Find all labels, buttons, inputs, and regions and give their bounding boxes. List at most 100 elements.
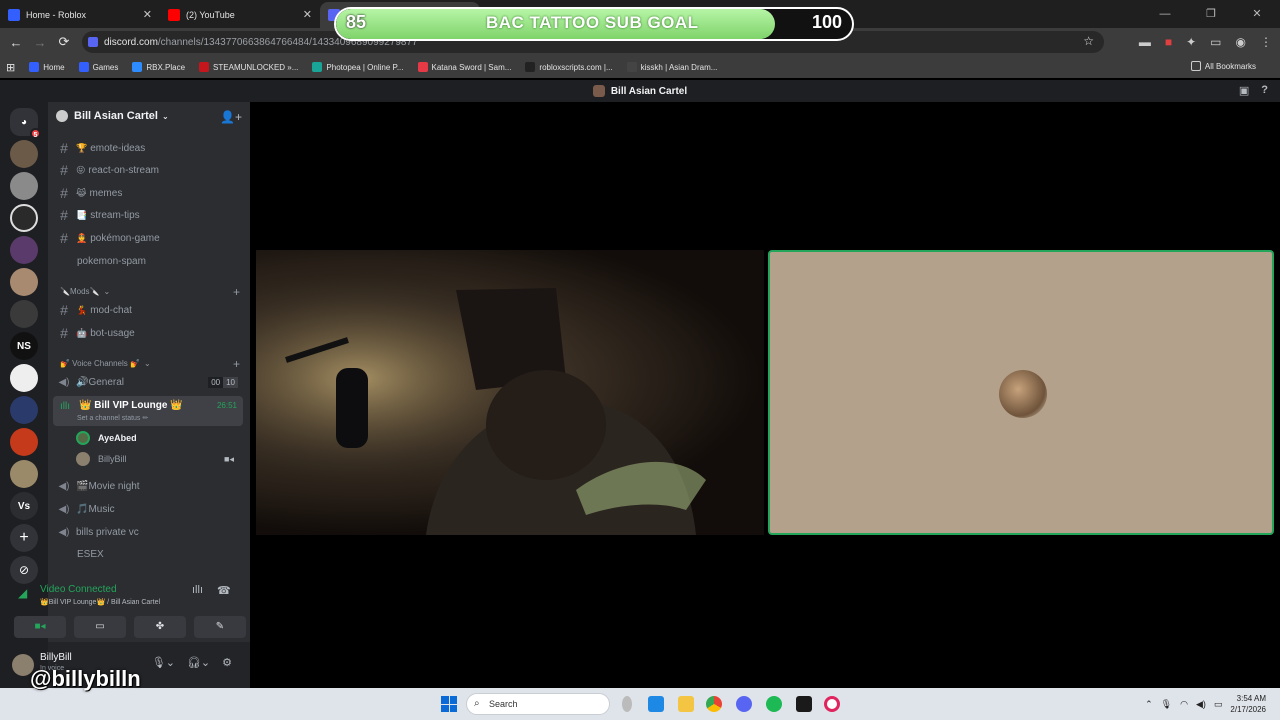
server-icon[interactable] (10, 364, 38, 392)
extension-icon[interactable]: ■ (1165, 35, 1172, 49)
settings-gear-icon[interactable]: ⚙ (222, 656, 232, 669)
server-icon[interactable] (10, 236, 38, 264)
headphones-icon[interactable]: 🎧︎⌄ (187, 656, 210, 669)
voice-user-billybill[interactable]: BillyBill ■◂ (76, 449, 244, 469)
voice-channel-general[interactable]: ◀) 🔊General 00 10 (56, 372, 244, 392)
opera-icon[interactable] (824, 696, 840, 712)
voice-channel-esex[interactable]: ESEX (56, 544, 244, 564)
file-explorer-icon[interactable] (678, 696, 694, 712)
server-icon[interactable] (10, 428, 38, 456)
bookmark-photopea[interactable]: Photopea | Online P... (312, 62, 404, 72)
channel-pokemon-game[interactable]: # 👲 pokémon-game (56, 228, 244, 248)
apps-icon[interactable]: ⊞ (6, 61, 15, 74)
site-info-icon[interactable] (88, 37, 98, 47)
inbox-icon[interactable]: ▣ (1239, 84, 1249, 97)
server-icon[interactable] (10, 300, 38, 328)
bookmark-katana[interactable]: Katana Sword | Sam... (417, 62, 511, 72)
user-name: AyeAbed (98, 433, 137, 443)
server-header[interactable]: Bill Asian Cartel ⌄ (56, 110, 169, 122)
puzzle-icon[interactable]: ✦ (1186, 35, 1196, 49)
channel-name: react-on-stream (88, 164, 159, 176)
battery-icon[interactable]: ▭ (1214, 699, 1223, 710)
chrome-icon[interactable] (706, 696, 722, 712)
server-icon-ns[interactable]: NS (10, 332, 38, 360)
server-icon[interactable] (10, 172, 38, 200)
bookmark-steamunlocked[interactable]: STEAMUNLOCKED »... (199, 62, 298, 72)
server-icon[interactable] (10, 268, 38, 296)
bookmark-star-icon[interactable]: ☆ (1083, 34, 1094, 48)
profile-avatar-icon[interactable]: ◉ (1236, 35, 1246, 49)
reload-icon[interactable]: ⟳ (52, 34, 76, 50)
wifi-icon[interactable]: ◠ (1180, 699, 1188, 710)
add-channel-icon[interactable]: + (233, 357, 240, 371)
voice-user-ayeabed[interactable]: AyeAbed (76, 428, 137, 448)
server-icon-bill-asian-cartel[interactable] (10, 140, 38, 168)
mouse-icon[interactable] (622, 696, 632, 712)
disconnect-icon[interactable]: ☎ (217, 584, 231, 597)
video-tile-camera[interactable] (256, 250, 764, 535)
bookmark-robloxscripts[interactable]: robloxscripts.com |... (525, 62, 613, 72)
minimize-icon[interactable]: — (1142, 0, 1188, 28)
maximize-icon[interactable]: ❐ (1188, 0, 1234, 28)
chevron-up-icon[interactable]: ⌃ (1145, 699, 1153, 710)
server-icon[interactable] (10, 396, 38, 424)
microphone-tray-icon[interactable]: 🎙︎ (1161, 699, 1172, 710)
signal-icon[interactable]: ◢ (18, 586, 27, 600)
volume-icon[interactable]: ◀) (1196, 699, 1206, 710)
close-window-icon[interactable]: ✕ (1234, 0, 1280, 28)
video-tile-avatar[interactable] (768, 250, 1274, 535)
category-voice-channels[interactable]: 💅 Voice Channels 💅 ⌄ + (60, 357, 240, 371)
all-bookmarks[interactable]: All Bookmarks (1190, 61, 1256, 71)
invite-people-icon[interactable]: 👤+ (220, 110, 242, 124)
channel-bot-usage[interactable]: # 🤖 bot-usage (56, 323, 244, 343)
voice-location[interactable]: 👑Bill VIP Lounge👑 / Bill Asian Cartel (40, 598, 160, 606)
bookmark-kisskh[interactable]: kisskh | Asian Dram... (626, 62, 717, 72)
add-server-icon[interactable]: + (10, 524, 38, 552)
category-mods[interactable]: 🔪Mods🔪 ⌄ + (60, 285, 240, 299)
help-icon[interactable]: ? (1261, 84, 1268, 97)
store-icon[interactable] (648, 696, 664, 712)
app-icon[interactable] (796, 696, 812, 712)
sidepanel-icon[interactable]: ▭ (1210, 35, 1221, 49)
screen-share-button[interactable]: ▭ (74, 616, 126, 638)
close-tab-icon[interactable]: ✕ (303, 8, 312, 21)
extension-icon[interactable]: ▬ (1139, 35, 1151, 49)
voice-channel-music[interactable]: ◀) 🎵Music (56, 499, 244, 519)
channel-mod-chat[interactable]: # 💃 mod-chat (56, 300, 244, 320)
voice-channel-movie-night[interactable]: ◀) 🎬Movie night (56, 476, 244, 496)
microphone-icon[interactable]: 🎙︎⌄ (152, 656, 175, 669)
direct-messages-icon[interactable]: ◕ 5 (10, 108, 41, 139)
tab-youtube[interactable]: (2) YouTube ✕ (160, 2, 320, 28)
voice-channel-vip-lounge[interactable]: ıllı 👑 Bill VIP Lounge 👑 26:51 Set a cha… (53, 396, 243, 426)
camera-button[interactable]: ■◂ (14, 616, 66, 638)
server-icon[interactable] (10, 204, 38, 232)
discord-taskbar-icon[interactable] (736, 696, 752, 712)
activities-button[interactable]: ✤ (134, 616, 186, 638)
noise-suppression-icon[interactable]: ıllı (192, 584, 203, 597)
bookmark-games[interactable]: Games (78, 62, 118, 72)
voice-channel-bills-private-vc[interactable]: ◀) bills private vc (56, 522, 244, 542)
tab-roblox[interactable]: Home - Roblox ✕ (0, 2, 160, 28)
add-channel-icon[interactable]: + (233, 285, 240, 299)
server-icon[interactable] (10, 460, 38, 488)
channel-stream-tips[interactable]: # 📑 stream-tips (56, 205, 244, 225)
server-icon-vs[interactable]: Vs (10, 492, 38, 520)
voice-status[interactable]: Video Connected (40, 584, 117, 595)
windows-start-icon[interactable] (441, 696, 457, 712)
clock[interactable]: 3:54 AM 2/17/2026 (1230, 693, 1266, 715)
channel-emote-ideas[interactable]: # 🏆 emote-ideas (56, 138, 244, 158)
soundboard-button[interactable]: ✎ (194, 616, 246, 638)
avatar (76, 431, 90, 445)
menu-icon[interactable]: ⋮ (1260, 35, 1272, 49)
channel-pokemon-spam[interactable]: pokemon-spam (56, 251, 244, 271)
bookmark-rbxplace[interactable]: RBX.Place (132, 62, 185, 72)
channel-memes[interactable]: # 😹 memes (56, 183, 244, 203)
close-tab-icon[interactable]: ✕ (143, 8, 152, 21)
bookmark-home[interactable]: Home (29, 62, 65, 72)
taskbar-search[interactable]: ⌕ Search (466, 693, 610, 715)
forward-icon[interactable]: → (28, 35, 52, 50)
back-icon[interactable]: ← (4, 35, 28, 50)
channel-react-on-stream[interactable]: # 😝 react-on-stream (56, 160, 244, 180)
channel-status[interactable]: Set a channel status ✏ (77, 414, 148, 422)
spotify-icon[interactable] (766, 696, 782, 712)
